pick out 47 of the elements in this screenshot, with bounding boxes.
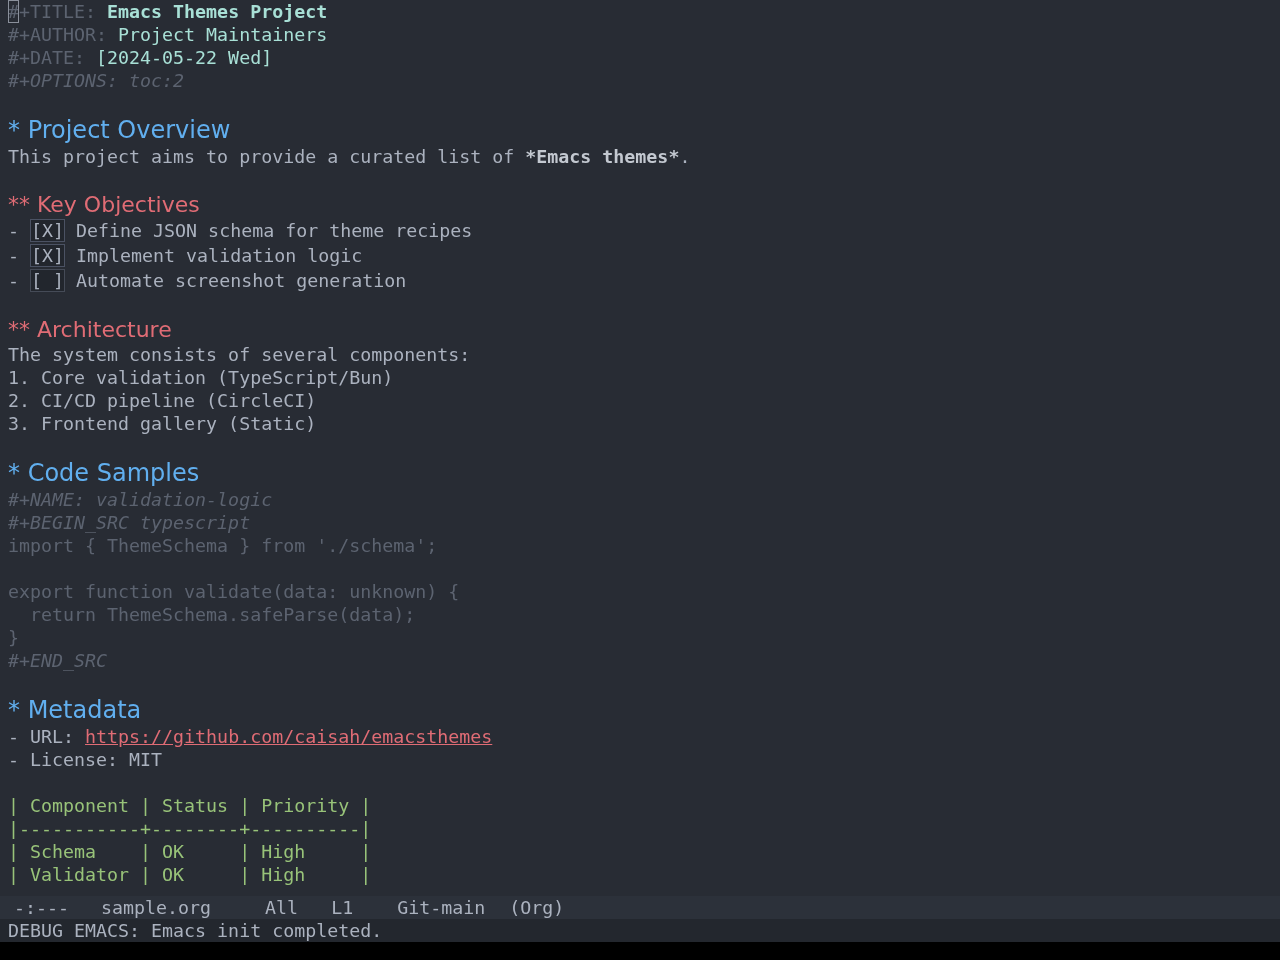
heading: * Metadata (8, 695, 143, 725)
table-header-row-text: | Component | Status | Priority | (8, 794, 373, 817)
buffer-state: -:--- (14, 896, 70, 919)
paragraph: The system consists of several components: (8, 343, 472, 366)
list-item: 3. Frontend gallery (Static) (8, 412, 318, 435)
table-separator: |-----------+--------+----------| (8, 817, 373, 840)
list-item: - License: MIT (8, 748, 164, 771)
list-item: 1. Core validation (TypeScript/Bun) (8, 366, 395, 389)
git-branch: Git-main (397, 896, 486, 919)
keyword-value: Project Maintainers (118, 24, 328, 45)
code-line: export function validate(data: unknown) { (8, 580, 461, 603)
keyword-value: [2024-05-22 Wed] (96, 47, 273, 68)
checkbox[interactable]: [X] (30, 244, 66, 267)
src-end-line: #+END_SRC (8, 649, 109, 672)
checkbox[interactable]: [ ] (30, 269, 66, 292)
keyword-label: #+OPTIONS: (8, 70, 119, 91)
link[interactable]: https://github.com/caisah/emacsthemes (85, 726, 493, 747)
src-name-line: #+NAME: validation-logic (8, 488, 274, 511)
table-row-text: | Validator | OK | High | (8, 863, 373, 886)
code-line: import { ThemeSchema } from './schema'; (8, 534, 439, 557)
keyword-value: Emacs Themes Project (107, 1, 328, 22)
line-number: L1 (331, 896, 354, 919)
keyword-label: #+DATE: (8, 47, 86, 68)
major-mode: (Org) (509, 896, 565, 919)
list-item: - URL: https://github.com/caisah/emacsthemes (8, 725, 494, 748)
checklist-label: Automate screenshot generation (76, 270, 407, 291)
checklist-label: Define JSON schema for theme recipes (76, 220, 473, 241)
checkbox[interactable]: [X] (30, 219, 66, 242)
scroll-position: All (265, 896, 299, 919)
buffer-name: sample.org (101, 896, 212, 919)
code-line: return ThemeSchema.safeParse(data); (29, 603, 417, 626)
paragraph: This project aims to provide a curated list of *Emacs themes*. (8, 145, 692, 168)
heading: * Code Samples (8, 458, 201, 488)
list-bullet: - (8, 245, 19, 266)
list-bullet: - (8, 270, 19, 291)
heading: ** Key Objectives (8, 191, 201, 218)
echo-area: DEBUG EMACS: Emacs init completed. (0, 919, 1280, 942)
src-begin-line: #+BEGIN_SRC typescript (8, 511, 252, 534)
code-line: } (8, 626, 20, 649)
list-item: 2. CI/CD pipeline (CircleCI) (8, 389, 318, 412)
heading: ** Architecture (8, 316, 173, 343)
keyword-label: #+AUTHOR: (8, 24, 108, 45)
table-row-text: | Schema | OK | High | (8, 840, 373, 863)
checklist-label: Implement validation logic (76, 245, 363, 266)
keyword-value: toc:2 (129, 70, 185, 91)
list-bullet: - (8, 220, 19, 241)
heading: * Project Overview (8, 115, 232, 145)
